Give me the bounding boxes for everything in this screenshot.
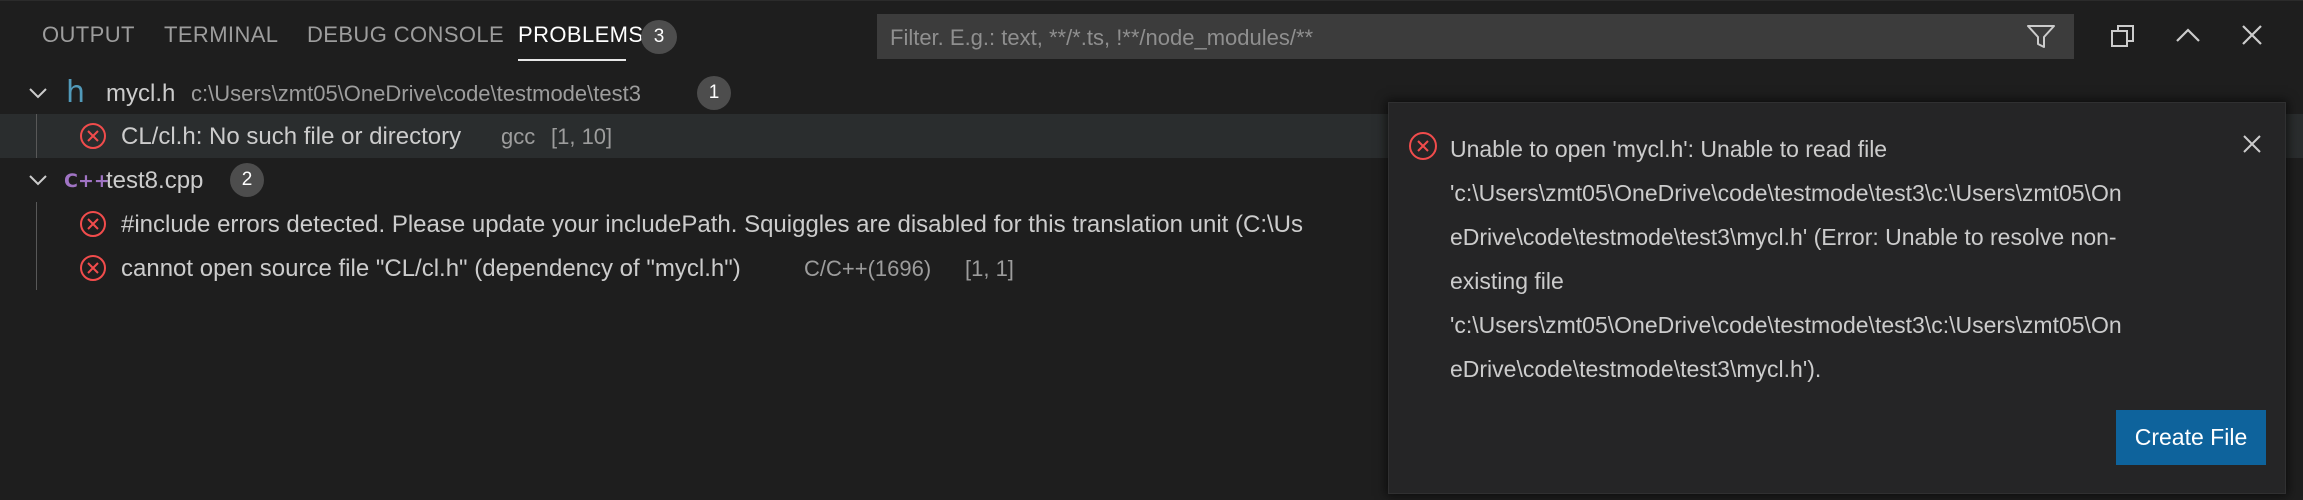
tab-output[interactable]: OUTPUT [42, 22, 135, 48]
cpp-file-icon: C++ [64, 170, 110, 192]
notification-line: eDrive\code\testmode\test3\mycl.h'). [1450, 356, 1822, 382]
panel-tab-bar: OUTPUT TERMINAL DEBUG CONSOLE PROBLEMS 3 [0, 1, 2303, 71]
close-icon[interactable] [2240, 23, 2264, 47]
notification-line: 'c:\Users\zmt05\OneDrive\code\testmode\t… [1450, 312, 2122, 338]
c-header-file-icon: h [66, 75, 86, 110]
tab-debug-console[interactable]: DEBUG CONSOLE [307, 22, 504, 48]
problem-location: [1, 10] [551, 124, 613, 149]
problems-count-badge: 3 [641, 20, 677, 54]
notification-line: existing file [1450, 268, 1564, 294]
filter-input[interactable] [888, 15, 2002, 60]
filter-icon[interactable] [2026, 24, 2056, 50]
create-file-button[interactable]: Create File [2116, 410, 2266, 465]
problem-location: [1, 1] [965, 256, 1014, 281]
active-tab-indicator [518, 59, 626, 61]
notification-line: eDrive\code\testmode\test3\mycl.h' (Erro… [1450, 224, 2117, 250]
error-icon [80, 255, 106, 281]
problem-source: C/C++(1696) [804, 256, 932, 281]
tab-terminal[interactable]: TERMINAL [164, 22, 278, 48]
problem-message: cannot open source file "CL/cl.h" (depen… [121, 255, 741, 282]
file-name: test8.cpp [106, 167, 204, 194]
error-notification: Unable to open 'mycl.h': Unable to read … [1388, 102, 2286, 494]
problem-message: CL/cl.h: No such file or directory [121, 123, 462, 150]
problem-source: gcc [501, 124, 536, 149]
file-problem-count-badge: 1 [697, 76, 731, 110]
indent-guide [36, 114, 37, 158]
chevron-up-icon[interactable] [2174, 25, 2202, 45]
file-path: c:\Users\zmt05\OneDrive\code\testmode\te… [191, 81, 641, 106]
error-icon [80, 211, 106, 237]
tab-problems[interactable]: PROBLEMS [518, 22, 643, 48]
notification-line: Unable to open 'mycl.h': Unable to read … [1450, 136, 1888, 162]
filter-box [877, 14, 2074, 60]
error-icon [1409, 132, 1437, 160]
error-icon [80, 123, 106, 149]
chevron-down-icon[interactable] [28, 173, 48, 187]
notification-close-icon[interactable] [2241, 133, 2263, 155]
chevron-down-icon[interactable] [28, 86, 48, 100]
notification-message: Unable to open 'mycl.h': Unable to read … [1450, 127, 2240, 391]
file-name: mycl.h [106, 80, 176, 107]
file-problem-count-badge: 2 [230, 163, 264, 197]
problems-panel: OUTPUT TERMINAL DEBUG CONSOLE PROBLEMS 3… [0, 0, 2303, 500]
restore-panel-icon[interactable] [2110, 23, 2136, 49]
indent-guide [36, 246, 37, 290]
indent-guide [36, 202, 37, 246]
notification-line: 'c:\Users\zmt05\OneDrive\code\testmode\t… [1450, 180, 2122, 206]
problem-message: #include errors detected. Please update … [121, 211, 1304, 238]
